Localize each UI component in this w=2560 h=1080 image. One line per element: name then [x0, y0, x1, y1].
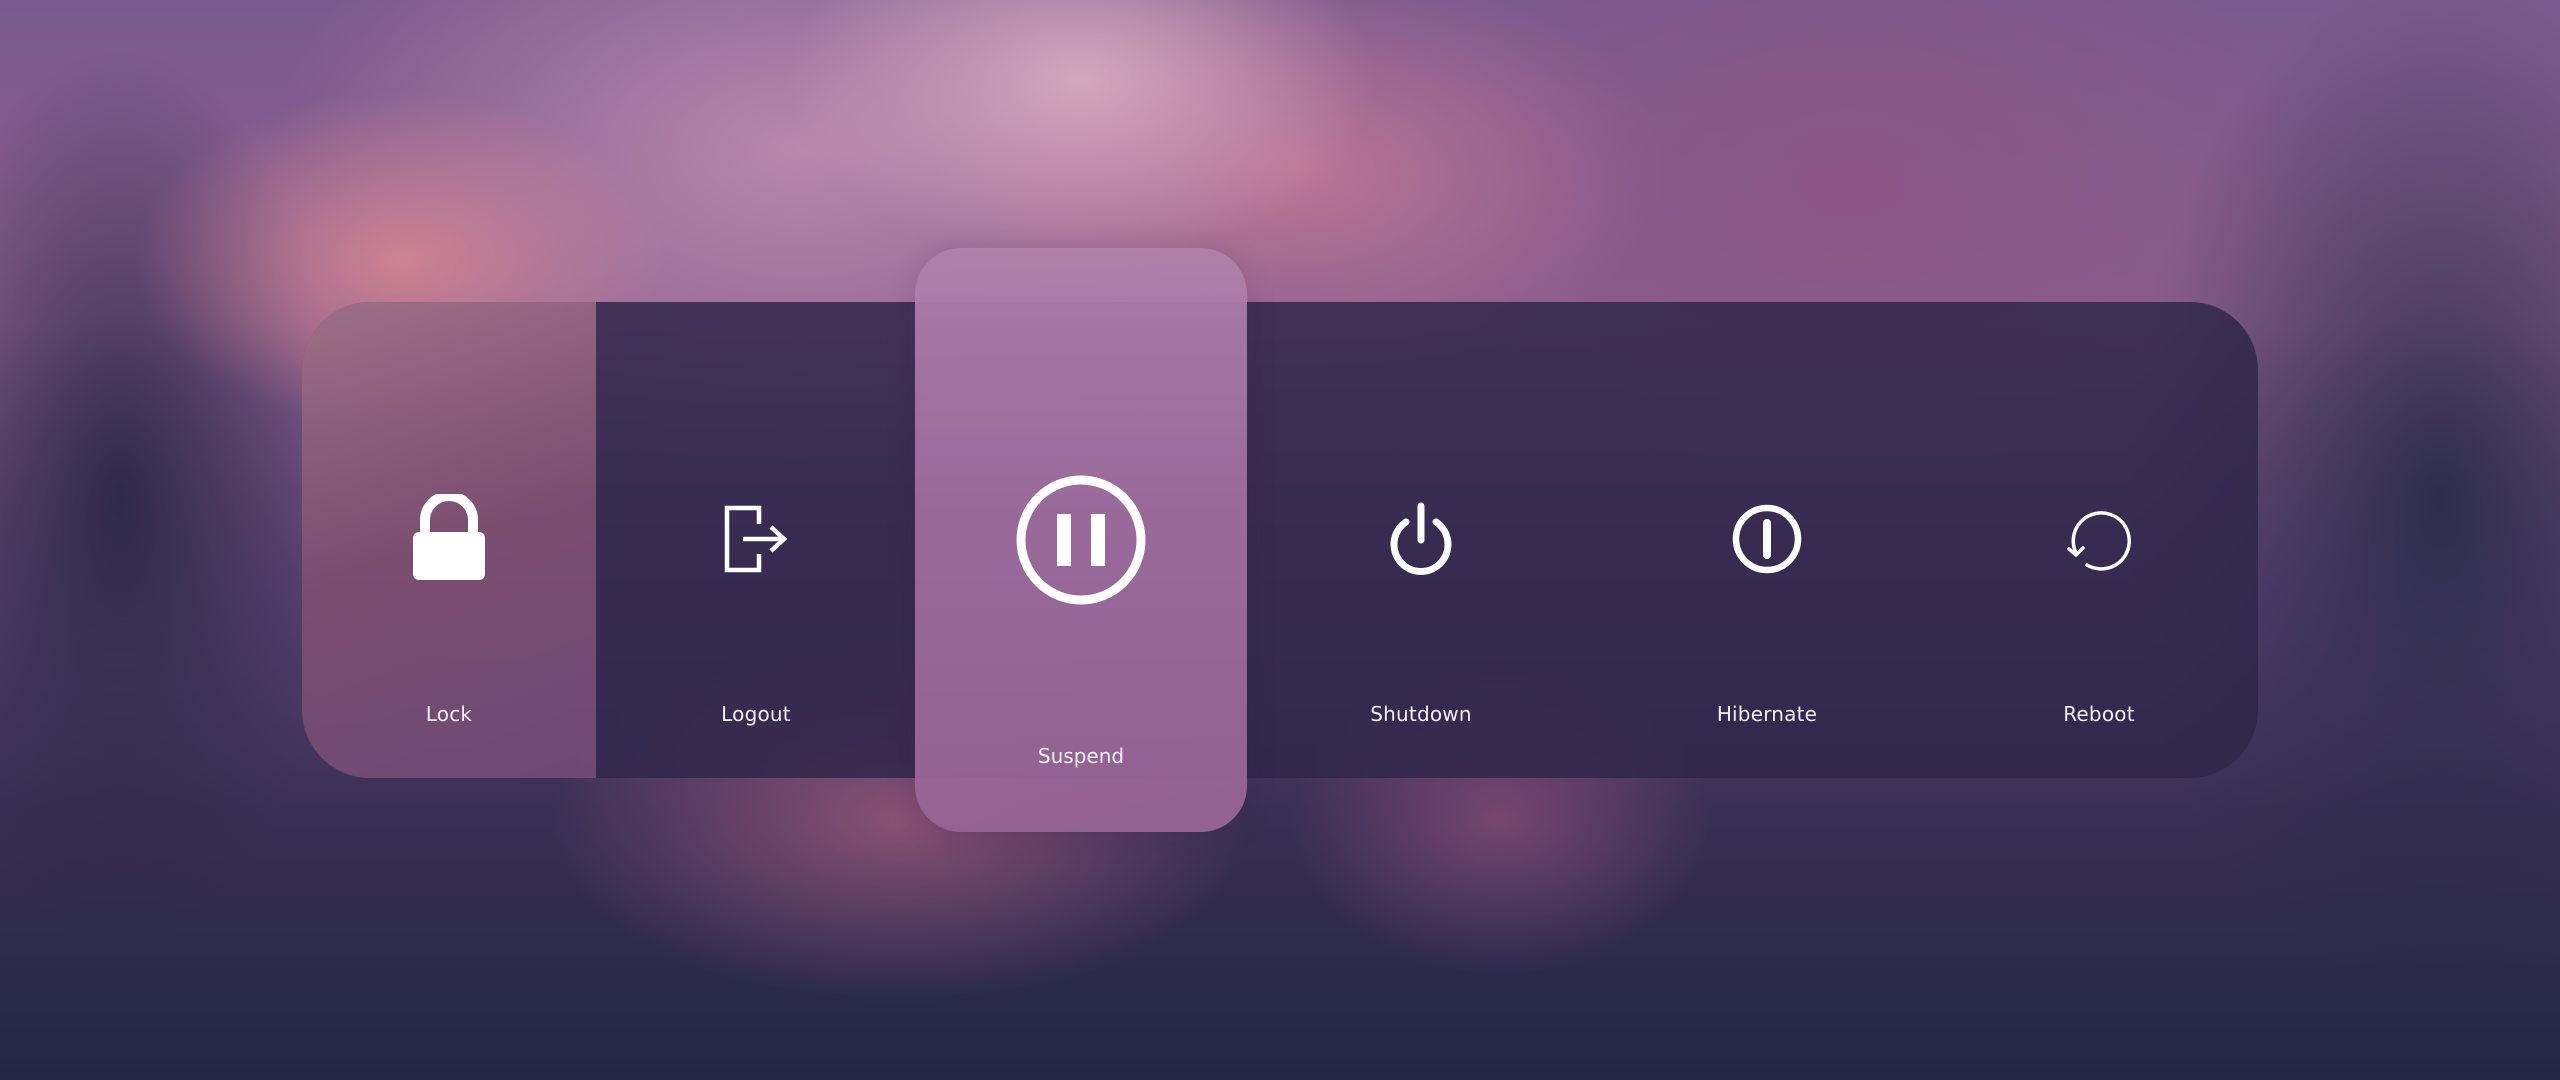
- suspend-label: Suspend: [1037, 744, 1125, 768]
- reboot-label: Reboot: [2063, 702, 2135, 726]
- logout-button[interactable]: Logout: [596, 302, 916, 778]
- reboot-button[interactable]: Reboot: [1940, 302, 2258, 778]
- power-menu-panel: Lock Logout Shutdown Hibernate Reboot: [302, 302, 2258, 778]
- hibernate-icon: [1731, 503, 1803, 575]
- pause-circle-icon: [1015, 474, 1147, 606]
- suspend-button[interactable]: Suspend: [915, 248, 1247, 832]
- logout-icon: [721, 504, 791, 574]
- power-icon: [1386, 502, 1456, 576]
- lock-label: Lock: [425, 702, 473, 726]
- lock-button[interactable]: Lock: [302, 302, 596, 778]
- hibernate-label: Hibernate: [1716, 702, 1818, 726]
- hibernate-button[interactable]: Hibernate: [1594, 302, 1940, 778]
- shutdown-button[interactable]: Shutdown: [1248, 302, 1594, 778]
- reboot-icon: [2063, 503, 2135, 575]
- lock-icon: [411, 494, 487, 584]
- shutdown-label: Shutdown: [1370, 702, 1472, 726]
- logout-label: Logout: [721, 702, 791, 726]
